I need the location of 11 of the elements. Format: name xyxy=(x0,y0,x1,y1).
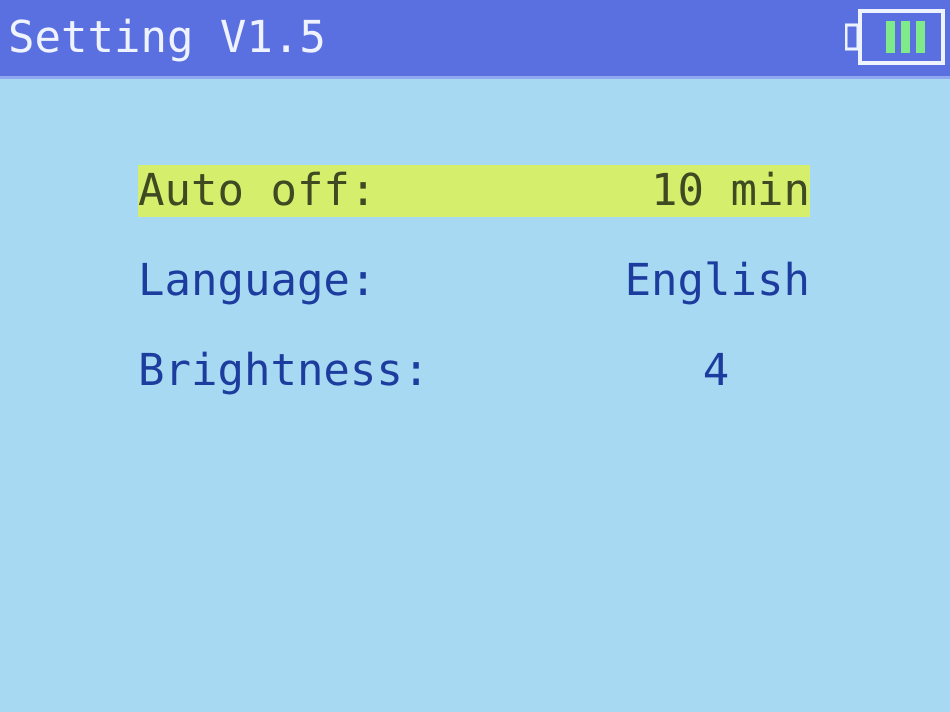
setting-value: English xyxy=(624,259,810,303)
setting-label: Language: xyxy=(138,259,376,303)
battery-icon xyxy=(845,9,945,65)
setting-label: Brightness: xyxy=(138,349,430,393)
setting-value: 4 xyxy=(702,349,730,393)
setting-value: 10 min xyxy=(651,169,810,213)
screen-title: Setting V1.5 xyxy=(8,16,326,60)
setting-row[interactable]: Auto off: 10 min xyxy=(138,165,810,217)
setting-row[interactable]: Language: English xyxy=(138,255,810,307)
setting-label: Auto off: xyxy=(138,169,376,213)
setting-row[interactable]: Brightness: 4 xyxy=(138,345,810,397)
